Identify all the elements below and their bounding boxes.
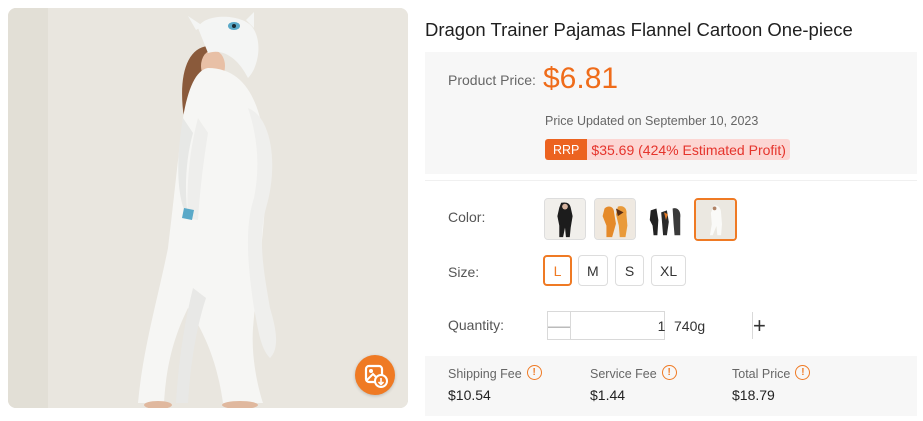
color-swatch-white[interactable] [694,198,737,241]
product-photo [8,8,408,408]
shipping-fee-label: Shipping Fee [448,367,522,381]
shipping-fee-info-icon[interactable]: ! [526,364,542,380]
image-search-icon [364,364,388,388]
size-label: Size: [448,264,480,280]
shipping-fee: Shipping Fee ! $10.54 [448,364,542,403]
size-option-xl[interactable]: XL [651,255,687,286]
swatch-orange-image [595,199,635,239]
total-price: Total Price ! $18.79 [732,364,811,403]
total-price-value: $18.79 [732,387,775,403]
color-swatch-orange[interactable] [594,198,636,240]
product-price-value: $6.81 [543,62,619,95]
service-fee-info-icon[interactable]: ! [661,364,677,380]
price-panel: Product Price: $6.81 Price Updated on Se… [425,52,917,174]
quantity-increase-button[interactable]: + [752,312,766,339]
color-label: Color: [448,209,486,225]
total-price-info-icon[interactable]: ! [795,364,811,380]
product-image[interactable] [8,8,408,408]
swatch-white-image [696,200,735,239]
fee-panel: Shipping Fee ! $10.54 Service Fee ! $1.4… [425,356,917,416]
product-price-label: Product Price: [448,72,536,88]
service-fee-value: $1.44 [590,387,626,403]
product-title: Dragon Trainer Pajamas Flannel Cartoon O… [425,19,853,40]
product-weight: 740g [674,318,706,334]
shipping-fee-value: $10.54 [448,387,491,403]
quantity-stepper: — + [547,311,766,340]
image-search-button[interactable] [355,355,395,395]
price-updated-text: Price Updated on September 10, 2023 [545,114,759,128]
service-fee: Service Fee ! $1.44 [590,364,677,403]
rrp-profit-text: $35.69 (424% Estimated Profit) [587,139,790,160]
size-option-s[interactable]: S [615,255,644,286]
quantity-input[interactable] [571,312,752,339]
quantity-decrease-button[interactable]: — [548,312,571,339]
quantity-label: Quantity: [448,317,505,333]
size-option-l[interactable]: L [543,255,572,286]
divider [425,180,917,181]
color-swatch-mixed[interactable] [644,198,686,240]
size-option-m[interactable]: M [578,255,608,286]
swatch-mixed-image [645,199,685,239]
total-price-label: Total Price [732,367,791,381]
rrp-tag: RRP [545,139,588,160]
color-swatch-black[interactable] [544,198,586,240]
rrp-row: RRP $35.69 (424% Estimated Profit) [545,139,790,160]
swatch-black-image [545,199,585,239]
service-fee-label: Service Fee [590,367,657,381]
